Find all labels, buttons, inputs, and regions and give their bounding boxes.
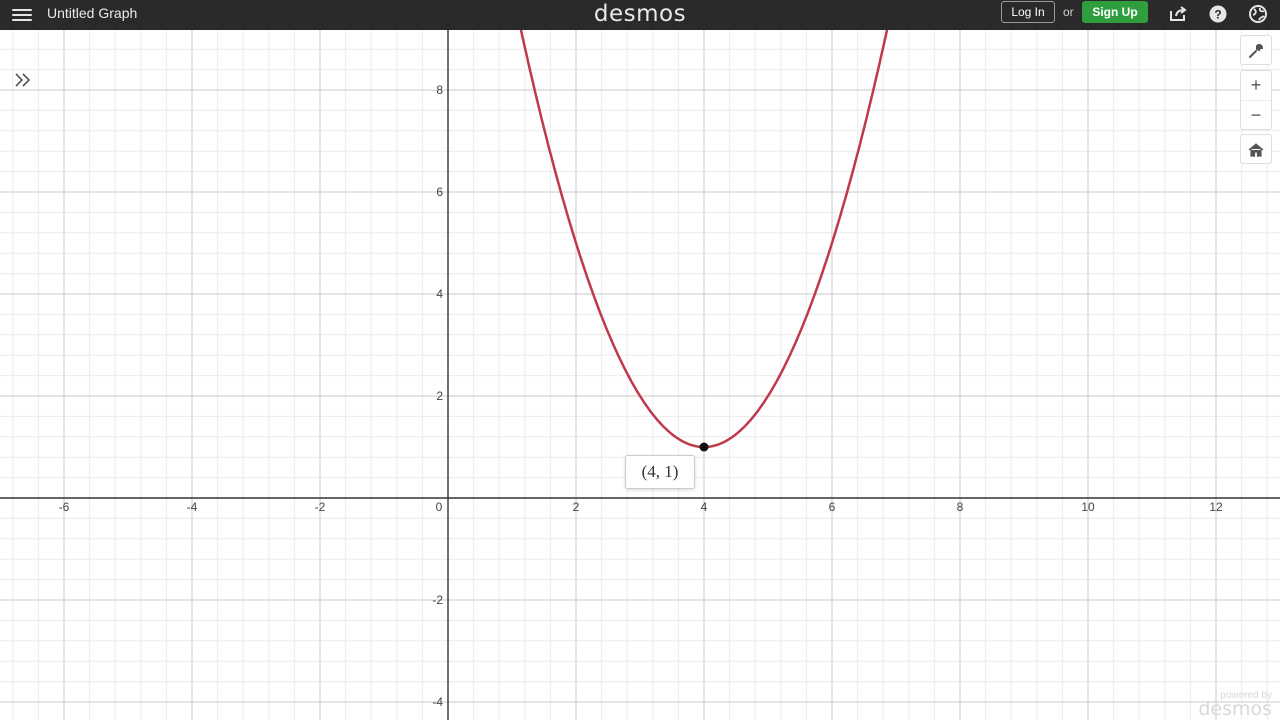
share-icon[interactable] (1168, 4, 1188, 24)
y-tick-label: -2 (432, 593, 443, 607)
x-tick-label: 2 (573, 500, 580, 514)
point-coordinate-label[interactable]: (4, 1) (625, 455, 695, 489)
top-bar: Untitled Graph desmos Log In or Sign Up … (0, 0, 1280, 30)
powered-by-logo[interactable]: desmos (1192, 698, 1272, 720)
menu-icon[interactable] (12, 6, 32, 22)
x-tick-label: 12 (1209, 500, 1223, 514)
graph-area[interactable]: -6 -4 -2 0 2 4 6 8 10 12 8 6 4 2 -2 -4 + − (0, 0, 1280, 720)
graph-settings-panel (1240, 35, 1272, 65)
login-button[interactable]: Log In (1001, 1, 1055, 23)
x-tick-label: -4 (187, 500, 198, 514)
x-tick-label: 6 (829, 500, 836, 514)
graph-settings-button[interactable] (1241, 36, 1271, 65)
language-icon[interactable] (1248, 4, 1268, 24)
y-tick-label: 4 (436, 287, 443, 301)
zoom-in-label: + (1250, 75, 1262, 95)
y-tick-label: 2 (436, 389, 443, 403)
zoom-out-label: − (1250, 105, 1262, 125)
zoom-in-button[interactable]: + (1241, 71, 1271, 101)
graph-title[interactable]: Untitled Graph (47, 5, 137, 21)
x-tick-label: 10 (1081, 500, 1095, 514)
default-viewport-button[interactable] (1241, 135, 1271, 164)
signup-button[interactable]: Sign Up (1082, 1, 1148, 23)
zoom-panel: + − (1240, 70, 1272, 130)
or-text: or (1063, 5, 1074, 19)
svg-text:?: ? (1214, 8, 1221, 22)
x-tick-label: 4 (701, 500, 708, 514)
x-tick-label: 8 (957, 500, 964, 514)
y-tick-label: -4 (432, 695, 443, 709)
x-tick-label: -2 (315, 500, 326, 514)
vertex-point (699, 442, 709, 452)
help-icon[interactable]: ? (1208, 4, 1228, 24)
zoom-out-button[interactable]: − (1241, 101, 1271, 130)
wrench-icon (1249, 43, 1264, 58)
expand-list-icon[interactable] (12, 70, 34, 90)
y-tick-label: 8 (436, 83, 443, 97)
home-icon (1248, 142, 1264, 157)
x-tick-label: 0 (436, 500, 443, 514)
y-tick-label: 6 (436, 185, 443, 199)
graph-canvas[interactable]: -6 -4 -2 0 2 4 6 8 10 12 8 6 4 2 -2 -4 (0, 0, 1280, 720)
x-tick-label: -6 (59, 500, 70, 514)
home-panel (1240, 134, 1272, 164)
